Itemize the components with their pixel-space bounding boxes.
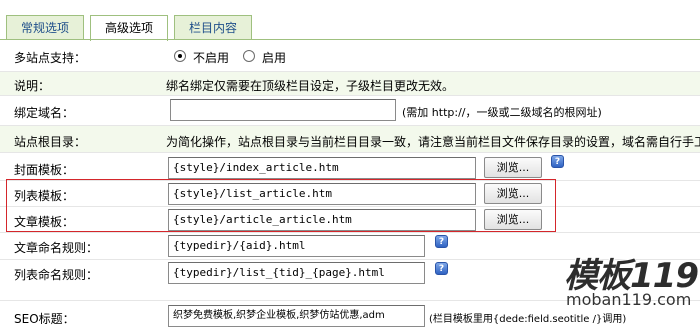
- multisite-option-on: 启用: [262, 51, 287, 65]
- cover-template-label: 封面模板：: [14, 163, 75, 177]
- multisite-radio-on[interactable]: [243, 50, 255, 62]
- cover-template-input[interactable]: {style}/index_article.htm: [168, 157, 476, 179]
- domain-input[interactable]: [170, 99, 396, 121]
- highlight-box: [6, 179, 556, 232]
- siteroot-label: 站点根目录：: [14, 135, 87, 149]
- article-naming-label: 文章命名规则：: [14, 241, 99, 255]
- multisite-radio-off[interactable]: [174, 50, 186, 62]
- row-domain: 绑定域名： (需加 http://，一级或二级域名的根网址): [0, 95, 700, 125]
- list-naming-input[interactable]: {typedir}/list_{tid}_{page}.html: [168, 262, 425, 284]
- cover-browse-button[interactable]: 浏览...: [484, 157, 542, 178]
- tab-advanced[interactable]: 高级选项: [90, 15, 168, 41]
- row-cover-template: 封面模板： {style}/index_article.htm 浏览... ?: [0, 152, 700, 180]
- note-label: 说明：: [14, 79, 51, 93]
- row-siteroot: 站点根目录： 为简化操作，站点根目录与当前栏目目录一致，请注意当前栏目文件保存目…: [0, 125, 700, 152]
- row-note: 说明： 绑名绑定仅需要在顶级栏目设定，子级栏目更改无效。: [0, 71, 700, 95]
- row-multisite: 多站点支持： 不启用 启用: [0, 44, 700, 68]
- domain-label: 绑定域名：: [14, 106, 75, 120]
- article-naming-input[interactable]: {typedir}/{aid}.html: [168, 235, 425, 257]
- tab-general[interactable]: 常规选项: [6, 15, 84, 39]
- tab-column-content[interactable]: 栏目内容: [174, 15, 252, 39]
- tab-underline: [0, 39, 700, 40]
- help-icon[interactable]: ?: [435, 262, 448, 275]
- list-naming-label: 列表命名规则：: [14, 268, 99, 282]
- help-icon[interactable]: ?: [435, 235, 448, 248]
- watermark-logo: 模板119 moban119.com: [556, 240, 700, 330]
- help-icon[interactable]: ?: [551, 155, 564, 168]
- domain-hint: (需加 http://，一级或二级域名的根网址): [402, 106, 602, 119]
- seo-title-label: SEO标题：: [14, 312, 75, 326]
- tab-bar: 常规选项 高级选项 栏目内容: [0, 0, 700, 41]
- siteroot-text: 为简化操作，站点根目录与当前栏目目录一致，请注意当前栏目文件保存目录的设置，域名…: [166, 135, 700, 149]
- multisite-label: 多站点支持：: [14, 51, 87, 65]
- note-text: 绑名绑定仅需要在顶级栏目设定，子级栏目更改无效。: [166, 79, 455, 93]
- seo-title-input[interactable]: 织梦免费模板,织梦企业模板,织梦仿站优惠,adm: [168, 305, 425, 327]
- watermark-domain: moban119.com: [566, 290, 692, 309]
- multisite-option-off: 不启用: [193, 51, 230, 65]
